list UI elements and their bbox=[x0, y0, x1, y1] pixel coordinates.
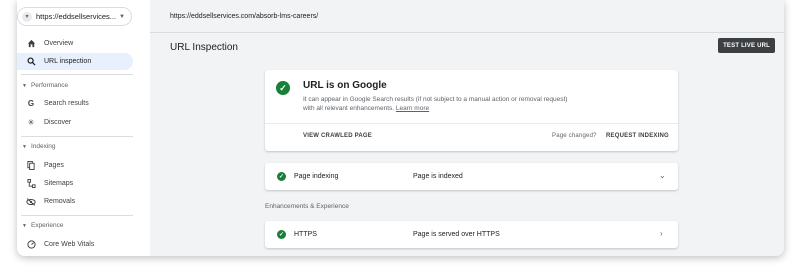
sidebar-divider bbox=[21, 215, 133, 216]
view-crawled-page-button[interactable]: VIEW CRAWLED PAGE bbox=[303, 133, 372, 139]
sidebar-item-label: Search results bbox=[44, 100, 89, 107]
check-circle-icon: ✓ bbox=[276, 81, 290, 95]
property-selector[interactable]: ▾ https://eddsellservices... ▼ bbox=[17, 7, 132, 26]
chevron-right-icon[interactable]: › bbox=[660, 229, 663, 238]
eye-off-icon bbox=[25, 197, 37, 206]
caret-down-icon: ▼ bbox=[22, 222, 27, 229]
inspected-url: https://eddsellservices.com/absorb-lms-c… bbox=[170, 13, 319, 20]
enhancements-section-title: Enhancements & Experience bbox=[265, 203, 349, 210]
row-value: Page is served over HTTPS bbox=[413, 231, 500, 238]
asterisk-icon: ✳ bbox=[27, 118, 35, 127]
status-description-text: It can appear in Google Search results (… bbox=[303, 96, 568, 112]
caret-down-icon: ▼ bbox=[22, 143, 27, 150]
section-indexing[interactable]: ▼ Indexing bbox=[17, 143, 56, 150]
section-label: Indexing bbox=[30, 143, 56, 150]
status-title: URL is on Google bbox=[303, 80, 387, 91]
sidebar-item-pages[interactable]: Pages bbox=[17, 157, 133, 174]
sidebar-item-core-web-vitals[interactable]: Core Web Vitals bbox=[17, 236, 133, 253]
section-label: Performance bbox=[30, 82, 69, 89]
sitemap-icon bbox=[25, 179, 37, 188]
sidebar-item-label: Pages bbox=[44, 162, 64, 169]
chevron-down-icon: ▼ bbox=[119, 13, 125, 20]
section-experience[interactable]: ▼ Experience bbox=[17, 222, 63, 229]
property-label: https://eddsellservices... bbox=[36, 12, 117, 21]
sidebar-item-label: Overview bbox=[44, 40, 74, 47]
home-icon bbox=[25, 39, 37, 48]
sidebar-item-discover[interactable]: ✳ Discover bbox=[17, 114, 133, 131]
sidebar-item-label: Sitemaps bbox=[44, 180, 74, 187]
pages-icon bbox=[25, 161, 37, 170]
sidebar-item-sitemaps[interactable]: Sitemaps bbox=[17, 175, 133, 192]
main-content: https://eddsellservices.com/absorb-lms-c… bbox=[150, 0, 784, 256]
sidebar-item-label: URL inspection bbox=[44, 58, 92, 65]
search-icon bbox=[25, 57, 37, 66]
caret-down-icon: ▼ bbox=[22, 82, 27, 89]
chevron-down-icon[interactable]: ⌄ bbox=[659, 171, 666, 180]
page-title: URL Inspection bbox=[170, 42, 238, 53]
google-g-icon: G bbox=[27, 99, 35, 108]
check-circle-icon: ✓ bbox=[277, 172, 286, 181]
sidebar-divider bbox=[21, 136, 133, 137]
test-live-url-button[interactable]: TEST LIVE URL bbox=[718, 38, 775, 53]
inspected-url-bar[interactable]: https://eddsellservices.com/absorb-lms-c… bbox=[150, 0, 784, 33]
sidebar-item-removals[interactable]: Removals bbox=[17, 193, 133, 210]
gauge-icon bbox=[25, 240, 37, 249]
sidebar-item-label: Removals bbox=[44, 198, 76, 205]
sidebar-divider bbox=[21, 74, 133, 75]
sidebar-item-label: Core Web Vitals bbox=[44, 241, 95, 248]
page-changed-label: Page changed? bbox=[552, 133, 597, 139]
check-circle-icon: ✓ bbox=[277, 230, 286, 239]
section-label: Experience bbox=[30, 222, 64, 229]
row-label: HTTPS bbox=[294, 231, 317, 238]
card-divider bbox=[265, 123, 678, 124]
status-description: It can appear in Google Search results (… bbox=[303, 95, 573, 113]
index-status-card: ✓ URL is on Google It can appear in Goog… bbox=[265, 70, 678, 151]
sidebar-item-overview[interactable]: Overview bbox=[17, 35, 133, 52]
row-value: Page is indexed bbox=[413, 173, 463, 180]
sidebar-item-label: Discover bbox=[44, 119, 72, 126]
sidebar-item-search-results[interactable]: G Search results bbox=[17, 95, 133, 112]
section-performance[interactable]: ▼ Performance bbox=[17, 82, 68, 89]
app-window: ▾ https://eddsellservices... ▼ Overview … bbox=[17, 0, 784, 256]
learn-more-link[interactable]: Learn more bbox=[396, 105, 429, 112]
sidebar: ▾ https://eddsellservices... ▼ Overview … bbox=[17, 0, 150, 256]
request-indexing-button[interactable]: REQUEST INDEXING bbox=[606, 133, 669, 139]
property-icon: ▾ bbox=[22, 11, 32, 22]
sidebar-item-url-inspection[interactable]: URL inspection bbox=[17, 53, 133, 70]
row-label: Page indexing bbox=[294, 173, 339, 180]
page-indexing-row[interactable]: ✓ Page indexing Page is indexed ⌄ bbox=[265, 163, 678, 190]
https-row[interactable]: ✓ HTTPS Page is served over HTTPS › bbox=[265, 221, 678, 248]
